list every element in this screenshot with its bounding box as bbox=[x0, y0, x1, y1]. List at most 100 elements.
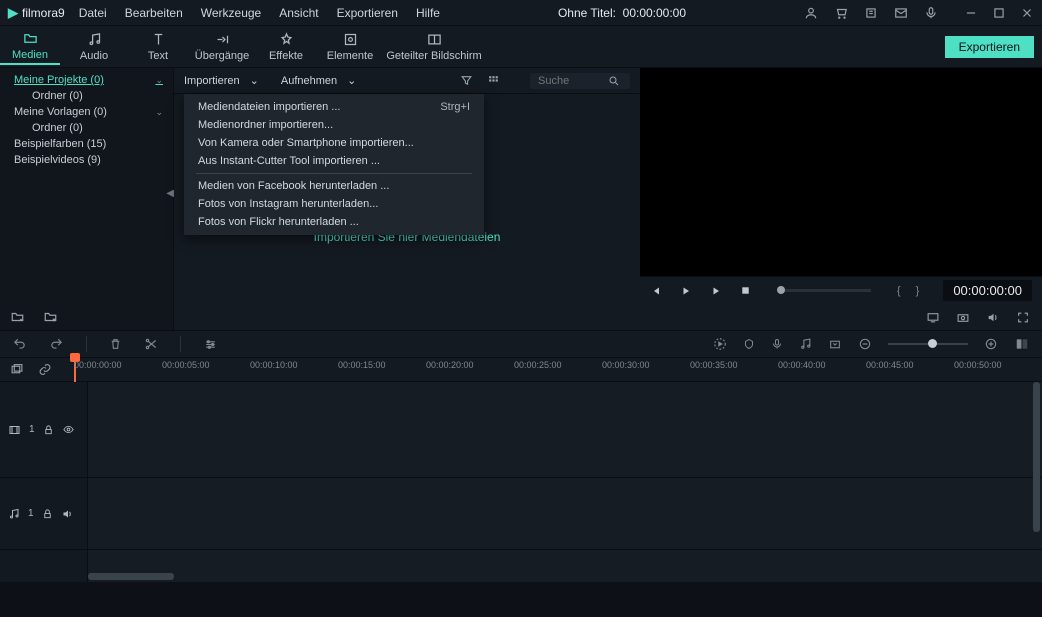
ruler-label: 00:00:15:00 bbox=[338, 360, 386, 370]
prev-frame-icon[interactable] bbox=[650, 285, 662, 297]
delete-folder-icon[interactable] bbox=[43, 310, 58, 324]
dd-import-folder[interactable]: Medienordner importieren... bbox=[184, 116, 484, 134]
mute-icon[interactable] bbox=[61, 508, 74, 520]
track-area[interactable] bbox=[88, 382, 1042, 582]
snapshot-icon[interactable] bbox=[956, 311, 970, 324]
title-time: 00:00:00:00 bbox=[623, 6, 686, 20]
media-toolbar: Importieren⌄ Aufnehmen⌄ bbox=[174, 68, 640, 94]
dd-separator bbox=[196, 173, 472, 174]
dropdown-label: Aufnehmen bbox=[281, 75, 337, 87]
zoom-in-icon[interactable] bbox=[984, 337, 998, 351]
search-icon[interactable] bbox=[608, 75, 620, 87]
fullscreen-icon[interactable] bbox=[1016, 311, 1030, 324]
timeline-ruler[interactable]: 00:00:00:00 00:00:05:00 00:00:10:00 00:0… bbox=[74, 358, 1042, 381]
lock-icon[interactable] bbox=[42, 508, 53, 520]
search-box[interactable] bbox=[530, 73, 630, 89]
sidebar-item-projects[interactable]: Meine Projekte (0)⌄ bbox=[0, 72, 173, 88]
dd-import-instantcutter[interactable]: Aus Instant-Cutter Tool importieren ... bbox=[184, 152, 484, 170]
close-icon[interactable] bbox=[1020, 6, 1034, 20]
menu-bearbeiten[interactable]: Bearbeiten bbox=[125, 6, 183, 20]
user-icon[interactable] bbox=[804, 6, 818, 20]
volume-icon[interactable] bbox=[986, 311, 1000, 324]
titlebar: ▶ filmora9 Datei Bearbeiten Werkzeuge An… bbox=[0, 0, 1042, 26]
dd-download-flickr[interactable]: Fotos von Flickr herunterladen ... bbox=[184, 213, 484, 231]
tab-effekte[interactable]: Effekte bbox=[256, 31, 316, 62]
tab-elemente[interactable]: Elemente bbox=[320, 31, 380, 62]
record-dropdown-button[interactable]: Aufnehmen⌄ bbox=[281, 74, 356, 87]
sidebar-item-templates[interactable]: Meine Vorlagen (0)⌄ bbox=[0, 104, 173, 120]
sidebar-item-folder[interactable]: Ordner (0) bbox=[0, 88, 173, 104]
zoom-out-icon[interactable] bbox=[858, 337, 872, 351]
crop-icon[interactable] bbox=[828, 338, 842, 351]
sidebar-item-videos[interactable]: Beispielvideos (9) bbox=[0, 152, 173, 168]
tab-label: Medien bbox=[12, 49, 48, 61]
export-button[interactable]: Exportieren bbox=[945, 36, 1034, 58]
ruler-label: 00:00:25:00 bbox=[514, 360, 562, 370]
dd-import-files[interactable]: Mediendateien importieren ...Strg+I bbox=[184, 98, 484, 116]
ruler-label: 00:00:40:00 bbox=[778, 360, 826, 370]
tab-uebergaenge[interactable]: Übergänge bbox=[192, 31, 252, 62]
video-track-header[interactable]: 1 bbox=[0, 382, 87, 478]
minimize-icon[interactable] bbox=[964, 6, 978, 20]
audio-track-header[interactable]: 1 bbox=[0, 478, 87, 550]
tab-splitscreen[interactable]: Geteilter Bildschirm bbox=[384, 31, 484, 62]
sidebar-item-colors[interactable]: Beispielfarben (15) bbox=[0, 136, 173, 152]
tab-audio[interactable]: Audio bbox=[64, 31, 124, 62]
window-buttons bbox=[964, 6, 1034, 20]
audio-track-icon bbox=[8, 508, 20, 520]
new-folder-icon[interactable] bbox=[10, 310, 25, 324]
track-options-icon[interactable] bbox=[10, 363, 24, 376]
audio-mix-icon[interactable] bbox=[799, 337, 812, 351]
dd-label: Mediendateien importieren ... bbox=[198, 101, 340, 113]
dd-import-camera[interactable]: Von Kamera oder Smartphone importieren..… bbox=[184, 134, 484, 152]
link-icon[interactable] bbox=[38, 363, 52, 376]
marker-icon[interactable] bbox=[743, 337, 755, 351]
lock-icon[interactable] bbox=[43, 424, 54, 436]
video-track-row[interactable] bbox=[88, 382, 1042, 478]
redo-icon[interactable] bbox=[49, 337, 64, 351]
mic-icon[interactable] bbox=[924, 6, 938, 20]
menu-ansicht[interactable]: Ansicht bbox=[279, 6, 318, 20]
tab-label: Text bbox=[148, 50, 168, 62]
sidebar-item-folder[interactable]: Ordner (0) bbox=[0, 120, 173, 136]
vertical-scrollbar[interactable] bbox=[1033, 382, 1040, 532]
dd-label: Aus Instant-Cutter Tool importieren ... bbox=[198, 155, 380, 167]
audio-track-row[interactable] bbox=[88, 478, 1042, 550]
timeline-header: 00:00:00:00 00:00:05:00 00:00:10:00 00:0… bbox=[0, 358, 1042, 382]
dd-download-facebook[interactable]: Medien von Facebook herunterladen ... bbox=[184, 177, 484, 195]
tab-label: Effekte bbox=[269, 50, 303, 62]
filter-icon[interactable] bbox=[460, 74, 473, 87]
collapse-handle-icon[interactable]: ◀ bbox=[166, 188, 174, 199]
delete-icon[interactable] bbox=[109, 337, 122, 351]
stop-icon[interactable] bbox=[740, 285, 751, 296]
cart-icon[interactable] bbox=[834, 6, 848, 20]
quality-icon[interactable] bbox=[926, 311, 940, 324]
undo-icon[interactable] bbox=[12, 337, 27, 351]
menu-hilfe[interactable]: Hilfe bbox=[416, 6, 440, 20]
adjust-icon[interactable] bbox=[203, 338, 218, 351]
preview-scrubber[interactable] bbox=[777, 289, 871, 292]
grid-view-icon[interactable] bbox=[487, 74, 500, 87]
ruler-label: 00:00:30:00 bbox=[602, 360, 650, 370]
render-icon[interactable] bbox=[713, 337, 727, 351]
maximize-icon[interactable] bbox=[992, 6, 1006, 20]
mark-brackets-icon[interactable]: { } bbox=[897, 285, 925, 297]
menu-werkzeuge[interactable]: Werkzeuge bbox=[201, 6, 261, 20]
play-icon[interactable] bbox=[710, 285, 722, 297]
menu-datei[interactable]: Datei bbox=[79, 6, 107, 20]
dd-download-instagram[interactable]: Fotos von Instagram herunterladen... bbox=[184, 195, 484, 213]
eye-icon[interactable] bbox=[62, 424, 75, 435]
track-manager-icon[interactable] bbox=[1014, 337, 1030, 351]
search-input[interactable] bbox=[538, 75, 608, 87]
tab-medien[interactable]: Medien bbox=[0, 30, 60, 65]
voiceover-icon[interactable] bbox=[771, 337, 783, 351]
queue-icon[interactable] bbox=[864, 6, 878, 20]
play-back-icon[interactable] bbox=[680, 285, 692, 297]
menu-exportieren[interactable]: Exportieren bbox=[337, 6, 398, 20]
import-dropdown-button[interactable]: Importieren⌄ bbox=[184, 74, 259, 87]
horizontal-scrollbar[interactable] bbox=[88, 573, 174, 580]
zoom-slider[interactable] bbox=[888, 343, 968, 345]
split-icon[interactable] bbox=[144, 337, 158, 351]
mail-icon[interactable] bbox=[894, 6, 908, 20]
tab-text[interactable]: Text bbox=[128, 31, 188, 62]
